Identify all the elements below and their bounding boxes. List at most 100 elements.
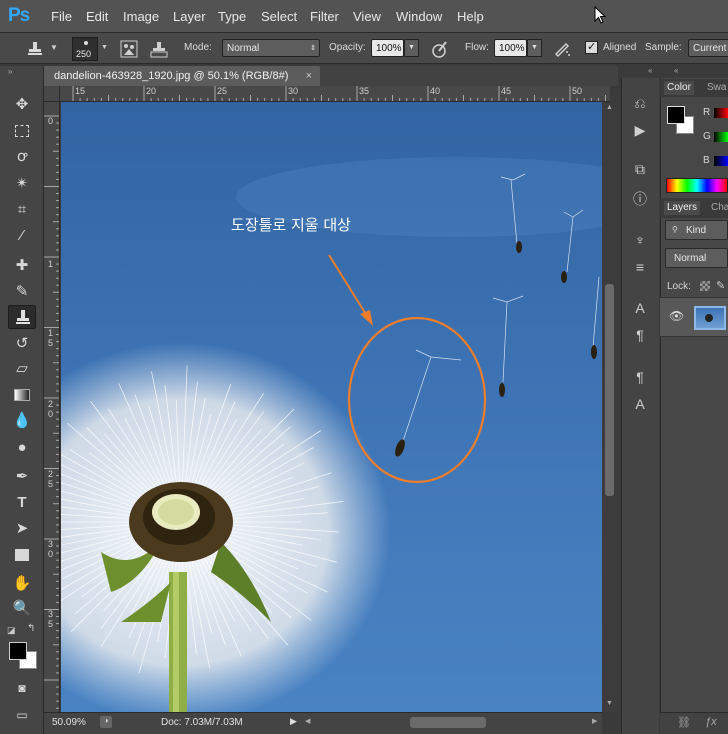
layer-style-fx-icon[interactable]: ƒx: [705, 716, 717, 728]
paragraph-panel-icon[interactable]: ¶: [629, 324, 651, 346]
opacity-input[interactable]: 100%: [371, 39, 404, 57]
airbrush-icon[interactable]: [553, 40, 571, 58]
brush-panel-toggle-icon[interactable]: [120, 40, 138, 58]
close-tab-icon[interactable]: ×: [306, 66, 312, 86]
magic-wand-tool-icon[interactable]: ✴: [8, 172, 36, 196]
layer-thumbnail[interactable]: [694, 306, 726, 330]
dodge-tool-icon[interactable]: ●: [8, 436, 36, 460]
menu-type[interactable]: Type: [218, 9, 246, 25]
document-canvas[interactable]: 도장툴로 지울 대상: [61, 102, 602, 712]
horizontal-scroll-thumb[interactable]: [410, 717, 486, 728]
swatches-tab[interactable]: Swa: [704, 81, 728, 95]
clone-stamp-tool-active-icon[interactable]: [8, 305, 36, 329]
default-colors-icon[interactable]: ◪: [7, 625, 16, 636]
layer-row[interactable]: 👁: [660, 297, 728, 337]
panels-expand-icon[interactable]: «: [674, 66, 678, 75]
brush-tool-icon[interactable]: ✎: [8, 280, 36, 304]
lasso-tool-icon[interactable]: ꝍ: [8, 145, 36, 169]
screen-mode-icon[interactable]: ▭: [8, 703, 36, 727]
status-share-icon[interactable]: ◑: [100, 716, 112, 728]
blend-mode-select[interactable]: Normal: [665, 248, 728, 268]
crop-tool-icon[interactable]: ⌗: [8, 198, 36, 222]
blue-slider[interactable]: [714, 156, 728, 166]
pen-tool-icon[interactable]: ✒: [8, 465, 36, 489]
color-tab[interactable]: Color: [664, 81, 694, 95]
menu-edit[interactable]: Edit: [86, 9, 108, 25]
eraser-tool-icon[interactable]: ▱: [8, 357, 36, 381]
brush-preset-picker[interactable]: 250: [72, 37, 98, 61]
sample-label: Sample:: [645, 42, 682, 53]
green-slider[interactable]: [714, 132, 728, 142]
scroll-down-icon[interactable]: ▼: [606, 700, 613, 707]
swap-colors-icon[interactable]: ↰: [27, 623, 35, 634]
paragraph-styles-panel-icon[interactable]: ¶: [629, 366, 651, 388]
horizontal-ruler: 15 20 25 30 35 40 45 50: [60, 86, 610, 102]
brush-panel-icon[interactable]: ♆: [629, 229, 651, 251]
status-menu-icon[interactable]: ▶: [290, 716, 297, 727]
menu-file[interactable]: File: [51, 9, 72, 25]
type-tool-icon[interactable]: T: [8, 491, 36, 515]
v-ruler-label: 5: [48, 338, 54, 348]
flow-dropdown-icon[interactable]: ▼: [527, 39, 542, 57]
character-panel-icon[interactable]: A: [629, 297, 651, 319]
menu-help[interactable]: Help: [457, 9, 484, 25]
character-styles-panel-icon[interactable]: A: [629, 393, 651, 415]
v-ruler-label: 0: [48, 116, 54, 126]
link-layers-icon[interactable]: ⛓: [677, 716, 691, 729]
layers-tab[interactable]: Layers: [664, 201, 701, 215]
menu-window[interactable]: Window: [396, 9, 442, 25]
opacity-dropdown-icon[interactable]: ▼: [404, 39, 419, 57]
history-brush-tool-icon[interactable]: ↺: [8, 332, 36, 356]
zoom-level[interactable]: 50.09%: [52, 717, 86, 728]
panel-foreground-swatch[interactable]: [667, 106, 685, 124]
menu-select[interactable]: Select: [261, 9, 297, 25]
eyedropper-tool-icon[interactable]: ⁄: [8, 224, 36, 248]
menu-layer[interactable]: Layer: [173, 9, 206, 25]
pressure-opacity-icon[interactable]: [430, 40, 448, 58]
panel-collapse-icon[interactable]: «: [648, 66, 652, 75]
menu-filter[interactable]: Filter: [310, 9, 339, 25]
sample-select[interactable]: Current: [688, 39, 728, 57]
toolbox-collapse-icon[interactable]: »: [8, 67, 12, 76]
clone-source-panel-icon[interactable]: [150, 40, 168, 58]
path-selection-tool-icon[interactable]: ➤: [8, 517, 36, 541]
flow-input[interactable]: 100%: [494, 39, 527, 57]
menu-view[interactable]: View: [353, 9, 381, 25]
hand-tool-icon[interactable]: ✋: [8, 572, 36, 596]
red-slider[interactable]: [714, 108, 728, 118]
flow-label: Flow:: [465, 42, 489, 53]
vertical-scroll-thumb[interactable]: [605, 284, 614, 496]
foreground-color-swatch[interactable]: [9, 642, 27, 660]
shape-tool-icon[interactable]: [8, 543, 36, 567]
lock-transparency-icon[interactable]: [700, 281, 710, 291]
lock-pixels-icon[interactable]: ✎: [716, 279, 725, 292]
ruler-origin[interactable]: [44, 86, 60, 102]
channels-tab[interactable]: Cha: [708, 201, 728, 215]
aligned-checkbox[interactable]: ✓: [585, 41, 598, 54]
scroll-right-icon[interactable]: ▶: [592, 717, 597, 725]
healing-brush-tool-icon[interactable]: ✚: [8, 254, 36, 278]
marquee-tool-icon[interactable]: [8, 119, 36, 143]
layer-visibility-eye-icon[interactable]: 👁: [669, 309, 684, 323]
tool-preset-chevron-icon[interactable]: ▼: [50, 43, 58, 52]
info-panel-icon[interactable]: ⓘ: [629, 188, 651, 210]
properties-panel-icon[interactable]: ⧉: [629, 158, 651, 180]
quick-mask-icon[interactable]: ◙: [8, 676, 36, 700]
menu-image[interactable]: Image: [123, 9, 159, 25]
actions-panel-icon[interactable]: ▶: [629, 119, 651, 141]
blur-tool-icon[interactable]: 💧: [8, 409, 36, 433]
clone-stamp-tool-icon[interactable]: [26, 40, 44, 58]
layer-filter-select[interactable]: ⚲ Kind: [665, 220, 728, 240]
move-tool-icon[interactable]: ✥: [8, 93, 36, 117]
color-spectrum-ramp[interactable]: [666, 178, 728, 193]
gradient-tool-icon[interactable]: [8, 383, 36, 407]
vertical-scrollbar[interactable]: ▲ ▼: [602, 102, 618, 712]
scroll-left-icon[interactable]: ◀: [305, 717, 310, 725]
brush-presets-panel-icon[interactable]: ≡: [629, 256, 651, 278]
zoom-tool-icon[interactable]: 🔍: [8, 597, 36, 621]
brush-picker-chevron-icon[interactable]: ▼: [101, 44, 108, 51]
document-tab[interactable]: dandelion-463928_1920.jpg @ 50.1% (RGB/8…: [44, 66, 320, 86]
mode-select[interactable]: Normal ⇕: [222, 39, 320, 57]
history-panel-icon[interactable]: ⎌: [629, 92, 651, 114]
scroll-up-icon[interactable]: ▲: [606, 104, 613, 111]
